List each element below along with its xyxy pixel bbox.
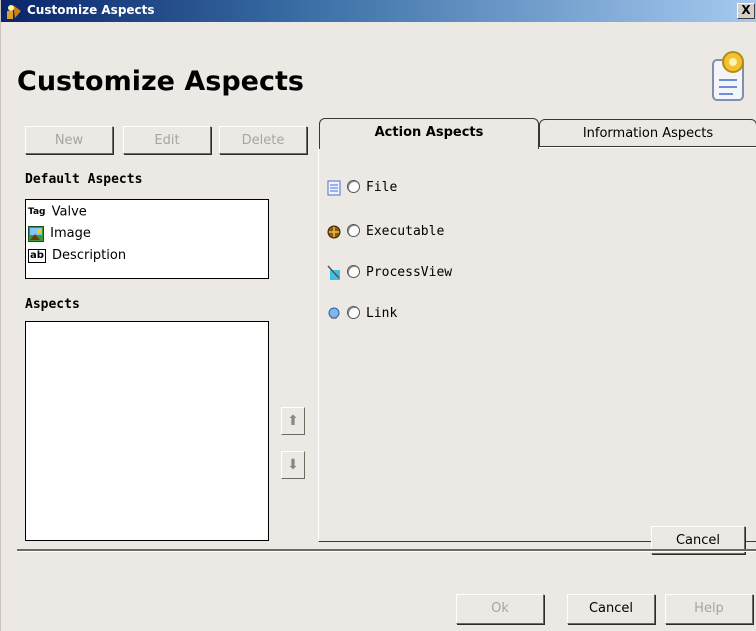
title-bar[interactable]: Customize Aspects X — [1, 0, 756, 22]
footer-separator — [17, 549, 756, 552]
page-title: Customize Aspects — [17, 66, 304, 97]
new-button[interactable]: New — [25, 126, 113, 154]
file-radio[interactable] — [347, 180, 360, 193]
processview-radio[interactable] — [347, 265, 360, 278]
tab-action-aspects[interactable]: Action Aspects — [319, 118, 539, 149]
tag-icon: Tag — [28, 207, 46, 217]
app-icon — [7, 5, 21, 19]
document-icon — [327, 180, 341, 195]
image-icon — [28, 225, 44, 242]
executable-icon — [327, 225, 341, 238]
ok-button[interactable]: Ok — [456, 594, 544, 624]
delete-button[interactable]: Delete — [219, 126, 307, 154]
settings-document-icon — [712, 51, 744, 101]
process-view-icon — [327, 264, 340, 280]
radio-label: Link — [366, 306, 398, 321]
move-up-button[interactable]: ⬆ — [281, 407, 305, 435]
aspects-label: Aspects — [25, 297, 80, 312]
list-item-label: Image — [50, 226, 91, 241]
tab-information-aspects[interactable]: Information Aspects — [539, 119, 756, 147]
tab-panel — [318, 147, 756, 542]
arrow-down-icon: ⬇ — [287, 457, 299, 473]
radio-label: ProcessView — [366, 265, 453, 280]
dialog-window: Customize Aspects X Customize Aspects Ne… — [0, 0, 756, 631]
list-item-image[interactable]: Image — [28, 223, 91, 245]
executable-radio[interactable] — [347, 224, 360, 237]
window-title: Customize Aspects — [27, 3, 155, 17]
list-item-label: Description — [52, 248, 127, 263]
radio-row-link[interactable]: Link — [327, 304, 397, 324]
cancel-button[interactable]: Cancel — [567, 594, 655, 624]
radio-label: Executable — [366, 224, 445, 239]
radio-row-executable[interactable]: Executable — [327, 222, 444, 242]
text-field-icon: ab — [28, 248, 46, 263]
arrow-up-icon: ⬆ — [287, 413, 299, 429]
default-aspects-list[interactable]: Tag Valve Image ab Description — [25, 199, 269, 279]
link-radio[interactable] — [347, 306, 360, 319]
edit-button[interactable]: Edit — [123, 126, 211, 154]
radio-row-processview[interactable]: ProcessView — [327, 263, 452, 283]
list-item-valve[interactable]: Tag Valve — [28, 201, 87, 223]
list-item-label: Valve — [51, 204, 87, 220]
help-button[interactable]: Help — [665, 594, 753, 624]
move-down-button[interactable]: ⬇ — [281, 451, 305, 479]
aspects-list[interactable] — [25, 321, 269, 541]
radio-label: File — [366, 180, 398, 195]
radio-row-file[interactable]: File — [327, 178, 397, 198]
default-aspects-label: Default Aspects — [25, 172, 143, 187]
close-button[interactable]: X — [737, 3, 755, 19]
globe-link-icon — [328, 307, 340, 319]
list-item-description[interactable]: ab Description — [28, 245, 126, 267]
